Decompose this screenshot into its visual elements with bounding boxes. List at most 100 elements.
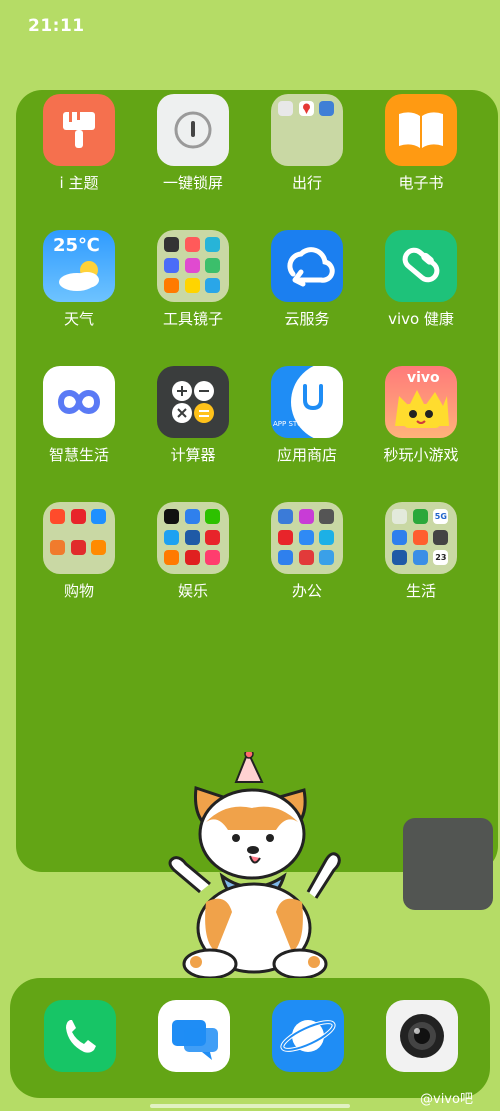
open-book-icon: [385, 94, 457, 166]
app-store-text: APP STORE: [273, 420, 312, 428]
theme-brush-icon: [43, 94, 115, 166]
app-cloud-service[interactable]: 云服务: [250, 230, 364, 328]
home-indicator[interactable]: [150, 1104, 350, 1108]
infinity-icon: [43, 366, 115, 438]
mini-app-icon: [164, 257, 179, 273]
browser-planet-icon[interactable]: [272, 1000, 344, 1072]
mini-app-icon: [205, 257, 221, 273]
app-label: 计算器: [170, 446, 216, 464]
mini-app-icon: [392, 550, 407, 566]
mini-app-icon: [50, 509, 65, 524]
app-ebook[interactable]: 电子书: [364, 94, 478, 192]
app-label: 电子书: [398, 174, 444, 192]
mini-app-icon: [205, 278, 221, 294]
mini-app-icon: [278, 529, 293, 545]
app-smart-life[interactable]: 智慧生活: [22, 366, 136, 464]
messages-icon[interactable]: [158, 1000, 230, 1072]
app-calculator[interactable]: 计算器: [136, 366, 250, 464]
mini-app-icon: [319, 509, 335, 524]
mini-app-icon: [392, 529, 407, 545]
mini-app-icon: [164, 529, 179, 545]
mini-app-icon: [91, 540, 107, 555]
entertainment-folder-icon: [157, 502, 229, 574]
mini-calendar-icon: 23: [433, 550, 449, 566]
watermark: @vivo吧: [420, 1092, 473, 1107]
health-heart-icon: [385, 230, 457, 302]
app-label: 云服务: [284, 310, 330, 328]
camera-icon[interactable]: [386, 1000, 458, 1072]
folder-life[interactable]: 5G 23 生活: [364, 502, 478, 600]
app-label: 娱乐: [177, 582, 208, 600]
mini-app-icon: [70, 540, 86, 555]
folder-office[interactable]: 办公: [250, 502, 364, 600]
mini-app-icon: [50, 540, 65, 555]
app-one-key-lock[interactable]: 一键锁屏: [136, 94, 250, 192]
mini-app-icon: [433, 529, 449, 545]
mini-app-icon: [278, 550, 293, 566]
weather-icon: 25℃: [43, 230, 115, 302]
calculator-icon: [157, 366, 229, 438]
app-label: 智慧生活: [48, 446, 109, 464]
app-label: 生活: [405, 582, 436, 600]
mini-app-icon: [298, 550, 314, 566]
app-label: 出行: [291, 174, 322, 192]
app-label: i 主题: [59, 174, 99, 192]
mini-app-icon: [184, 529, 200, 545]
tools-folder-icon: [157, 230, 229, 302]
app-label: 购物: [63, 582, 94, 600]
dock: [10, 978, 490, 1098]
mini-app-icon: [184, 509, 200, 524]
app-label: 办公: [291, 582, 322, 600]
games-mascot-icon: vivo: [385, 366, 457, 438]
app-label: 应用商店: [276, 446, 337, 464]
mini-app-icon: [319, 550, 335, 566]
app-label: 秒玩小游戏: [383, 446, 459, 464]
app-vivo-health[interactable]: vivo 健康: [364, 230, 478, 328]
mini-app-icon: [205, 237, 221, 252]
mini-app-icon: [412, 550, 428, 566]
mini-app-icon: [298, 529, 314, 545]
app-label: 工具镜子: [162, 310, 223, 328]
corgi-mascot-sticker: [166, 749, 342, 982]
mini-app-icon: [412, 509, 428, 524]
mini-app-icon: [164, 278, 179, 294]
app-app-store[interactable]: APP STORE 应用商店: [250, 366, 364, 464]
app-weather[interactable]: 25℃ 天气: [22, 230, 136, 328]
mini-5g-icon: 5G: [433, 509, 449, 524]
life-folder-icon: 5G 23: [385, 502, 457, 574]
mini-app-icon: [205, 529, 221, 545]
app-label: 天气: [63, 310, 94, 328]
mini-app-icon: [164, 550, 179, 566]
mini-app-icon: [278, 101, 293, 116]
mini-app-icon: [91, 509, 107, 524]
mini-app-icon: [184, 278, 200, 294]
app-i-theme[interactable]: i 主题: [22, 94, 136, 192]
mini-app-icon: [319, 101, 335, 116]
folder-shopping[interactable]: 购物: [22, 502, 136, 600]
lock-keyhole-icon: [157, 94, 229, 166]
folder-travel[interactable]: 出行: [250, 94, 364, 192]
mini-app-icon: [70, 509, 86, 524]
app-label: vivo 健康: [388, 310, 454, 328]
dark-widget[interactable]: [403, 818, 493, 910]
cloud-sync-icon: [271, 230, 343, 302]
mini-app-icon: [205, 550, 221, 566]
mini-app-icon: [184, 237, 200, 252]
folder-tools-mirror[interactable]: 工具镜子: [136, 230, 250, 328]
phone-icon[interactable]: [44, 1000, 116, 1072]
mini-app-icon: [278, 509, 293, 524]
app-label: 一键锁屏: [162, 174, 223, 192]
mini-app-icon: [392, 509, 407, 524]
office-folder-icon: [271, 502, 343, 574]
folder-entertainment[interactable]: 娱乐: [136, 502, 250, 600]
mini-app-icon: [184, 257, 200, 273]
mini-app-icon: [298, 509, 314, 524]
app-instant-games[interactable]: vivo 秒玩小游戏: [364, 366, 478, 464]
app-store-icon: APP STORE: [271, 366, 343, 438]
mini-app-icon: [319, 529, 335, 545]
travel-folder-icon: [271, 94, 343, 166]
mini-app-icon: [205, 509, 221, 524]
mini-app-icon: [412, 529, 428, 545]
status-bar-time: 21:11: [28, 16, 85, 36]
map-pin-icon: [298, 101, 314, 116]
